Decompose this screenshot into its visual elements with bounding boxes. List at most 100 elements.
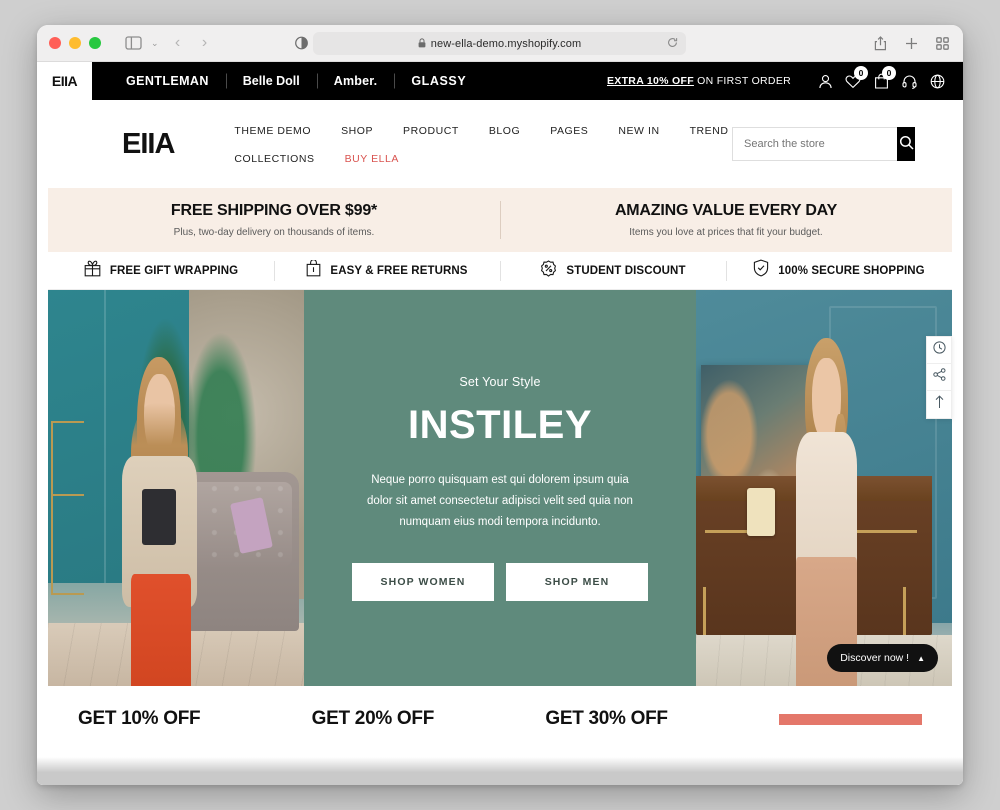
reader-mode-icon[interactable] <box>295 36 308 50</box>
recently-viewed-button[interactable] <box>927 337 951 364</box>
discover-now-button[interactable]: Discover now ! ▲ <box>827 644 938 672</box>
hero-section: Set Your Style INSTILEY Neque porro quis… <box>48 290 952 686</box>
first-order-promo[interactable]: EXTRA 10% OFF ON FIRST ORDER <box>607 75 791 87</box>
promo-strip: GET 10% OFF GET 20% OFF GET 30% OFF <box>48 686 952 734</box>
tab-overview-icon[interactable] <box>936 36 949 50</box>
feature-bar: FREE GIFT WRAPPING EASY & FREE RETURNS S… <box>48 252 952 290</box>
main-navigation: THEME DEMO SHOP PRODUCT BLOG PAGES NEW I… <box>234 123 728 165</box>
brand-link-glassy[interactable]: GLASSY <box>394 74 483 88</box>
wishlist-count-badge: 0 <box>854 66 868 80</box>
floating-toolbar <box>926 336 952 419</box>
hero-image-left[interactable] <box>48 290 304 686</box>
search-form <box>732 127 915 161</box>
search-submit-button[interactable] <box>897 127 915 161</box>
address-bar[interactable]: new-ella-demo.myshopify.com <box>313 32 686 55</box>
chevron-down-icon[interactable]: ⌄ <box>147 38 163 49</box>
close-window-button[interactable] <box>49 37 61 49</box>
gift-icon <box>84 260 101 282</box>
announcement-right: EXTRA 10% OFF ON FIRST ORDER 0 0 <box>607 66 951 95</box>
feature-secure-shopping[interactable]: 100% SECURE SHOPPING <box>726 259 952 282</box>
hero-content-panel: Set Your Style INSTILEY Neque porro quis… <box>304 290 696 686</box>
minimize-window-button[interactable] <box>69 37 81 49</box>
nav-item-shop[interactable]: SHOP <box>341 125 373 137</box>
feature-label: STUDENT DISCOUNT <box>566 264 686 277</box>
shop-women-button[interactable]: SHOP WOMEN <box>352 563 494 602</box>
share-icon <box>932 368 946 386</box>
feature-label: EASY & FREE RETURNS <box>330 264 468 277</box>
site-header: EIIA THEME DEMO SHOP PRODUCT BLOG PAGES … <box>37 100 963 188</box>
hero-cta-group: SHOP WOMEN SHOP MEN <box>352 563 648 602</box>
nav-item-theme-demo[interactable]: THEME DEMO <box>234 125 311 137</box>
back-to-top-button[interactable] <box>927 391 951 418</box>
percent-badge-icon <box>540 259 557 282</box>
value-item-shipping: FREE SHIPPING OVER $99* Plus, two-day de… <box>48 202 500 238</box>
page-content: EIIA GENTLEMAN Belle Doll Amber. GLASSY … <box>37 62 963 785</box>
discover-label: Discover now ! <box>840 652 910 664</box>
return-box-icon <box>306 258 321 282</box>
brand-demo-list: GENTLEMAN Belle Doll Amber. GLASSY <box>92 74 483 88</box>
promo-item-20[interactable]: GET 20% OFF <box>312 708 546 730</box>
support-button[interactable] <box>895 67 923 95</box>
window-controls <box>49 37 101 49</box>
value-subtitle: Plus, two-day delivery on thousands of i… <box>173 227 375 238</box>
caret-up-icon: ▲ <box>917 653 925 663</box>
nav-row-secondary: COLLECTIONS BUY ELLA <box>234 153 728 165</box>
value-subtitle: Items you love at prices that fit your b… <box>629 227 823 238</box>
brand-link-belle-doll[interactable]: Belle Doll <box>226 74 317 88</box>
back-button[interactable]: ‹ <box>166 34 190 52</box>
nav-item-trend[interactable]: TREND <box>690 125 729 137</box>
nav-item-blog[interactable]: BLOG <box>489 125 520 137</box>
brand-link-gentleman[interactable]: GENTLEMAN <box>109 74 226 88</box>
nav-item-product[interactable]: PRODUCT <box>403 125 459 137</box>
nav-item-buy-ella[interactable]: BUY ELLA <box>345 153 399 165</box>
maximize-window-button[interactable] <box>89 37 101 49</box>
feature-gift-wrapping[interactable]: FREE GIFT WRAPPING <box>48 260 274 282</box>
wishlist-button[interactable]: 0 <box>839 66 868 95</box>
promo-rest: ON FIRST ORDER <box>693 75 791 87</box>
url-text: new-ella-demo.myshopify.com <box>430 37 582 50</box>
nav-item-collections[interactable]: COLLECTIONS <box>234 153 314 165</box>
site-logo[interactable]: EIIA <box>122 129 175 159</box>
value-item-price: AMAZING VALUE EVERY DAY Items you love a… <box>500 202 952 238</box>
cart-count-badge: 0 <box>882 66 896 80</box>
feature-label: 100% SECURE SHOPPING <box>778 264 925 277</box>
new-tab-icon[interactable] <box>905 37 918 50</box>
nav-item-pages[interactable]: PAGES <box>550 125 588 137</box>
value-title: FREE SHIPPING OVER $99* <box>170 202 378 219</box>
feature-free-returns[interactable]: EASY & FREE RETURNS <box>274 258 500 282</box>
promo-cta-button[interactable] <box>779 713 923 725</box>
viewport-fade <box>37 757 963 785</box>
nav-item-new-in[interactable]: NEW IN <box>618 125 659 137</box>
search-icon <box>899 135 914 153</box>
toolbar-right-actions <box>874 35 949 51</box>
hero-image-right[interactable]: Discover now ! ▲ <box>696 290 952 686</box>
promo-item-30[interactable]: GET 30% OFF <box>545 708 779 730</box>
hero-right-photo <box>696 290 952 686</box>
share-button[interactable] <box>927 364 951 391</box>
browser-toolbar: ⌄ ‹ › new-ella-demo.myshopify.com <box>37 25 963 62</box>
language-button[interactable] <box>923 67 951 95</box>
promo-highlight: EXTRA 10% OFF <box>606 75 694 87</box>
feature-student-discount[interactable]: STUDENT DISCOUNT <box>500 259 726 282</box>
brand-mark[interactable]: EIIA <box>37 62 92 100</box>
forward-button[interactable]: › <box>193 34 217 52</box>
sidebar-toggle-icon[interactable] <box>122 32 144 54</box>
nav-row-primary: THEME DEMO SHOP PRODUCT BLOG PAGES NEW I… <box>234 125 728 137</box>
hero-description: Neque porro quisquam est qui dolorem ips… <box>367 473 633 529</box>
announcement-bar: EIIA GENTLEMAN Belle Doll Amber. GLASSY … <box>37 62 963 100</box>
brand-link-amber[interactable]: Amber. <box>317 74 395 88</box>
feature-label: FREE GIFT WRAPPING <box>109 264 239 277</box>
promo-item-10[interactable]: GET 10% OFF <box>78 708 312 730</box>
back-to-top-icon <box>934 395 945 414</box>
hero-eyebrow: Set Your Style <box>459 374 541 389</box>
account-button[interactable] <box>811 67 839 95</box>
navigation-controls: ⌄ ‹ › <box>122 32 217 54</box>
hero-title: INSTILEY <box>407 402 593 447</box>
reload-icon[interactable] <box>667 37 678 51</box>
shop-men-button[interactable]: SHOP MEN <box>506 563 648 602</box>
share-icon[interactable] <box>874 35 887 51</box>
recently-viewed-icon <box>932 341 946 359</box>
cart-button[interactable]: 0 <box>867 66 896 95</box>
search-input[interactable] <box>732 127 897 161</box>
lock-icon <box>418 37 426 50</box>
